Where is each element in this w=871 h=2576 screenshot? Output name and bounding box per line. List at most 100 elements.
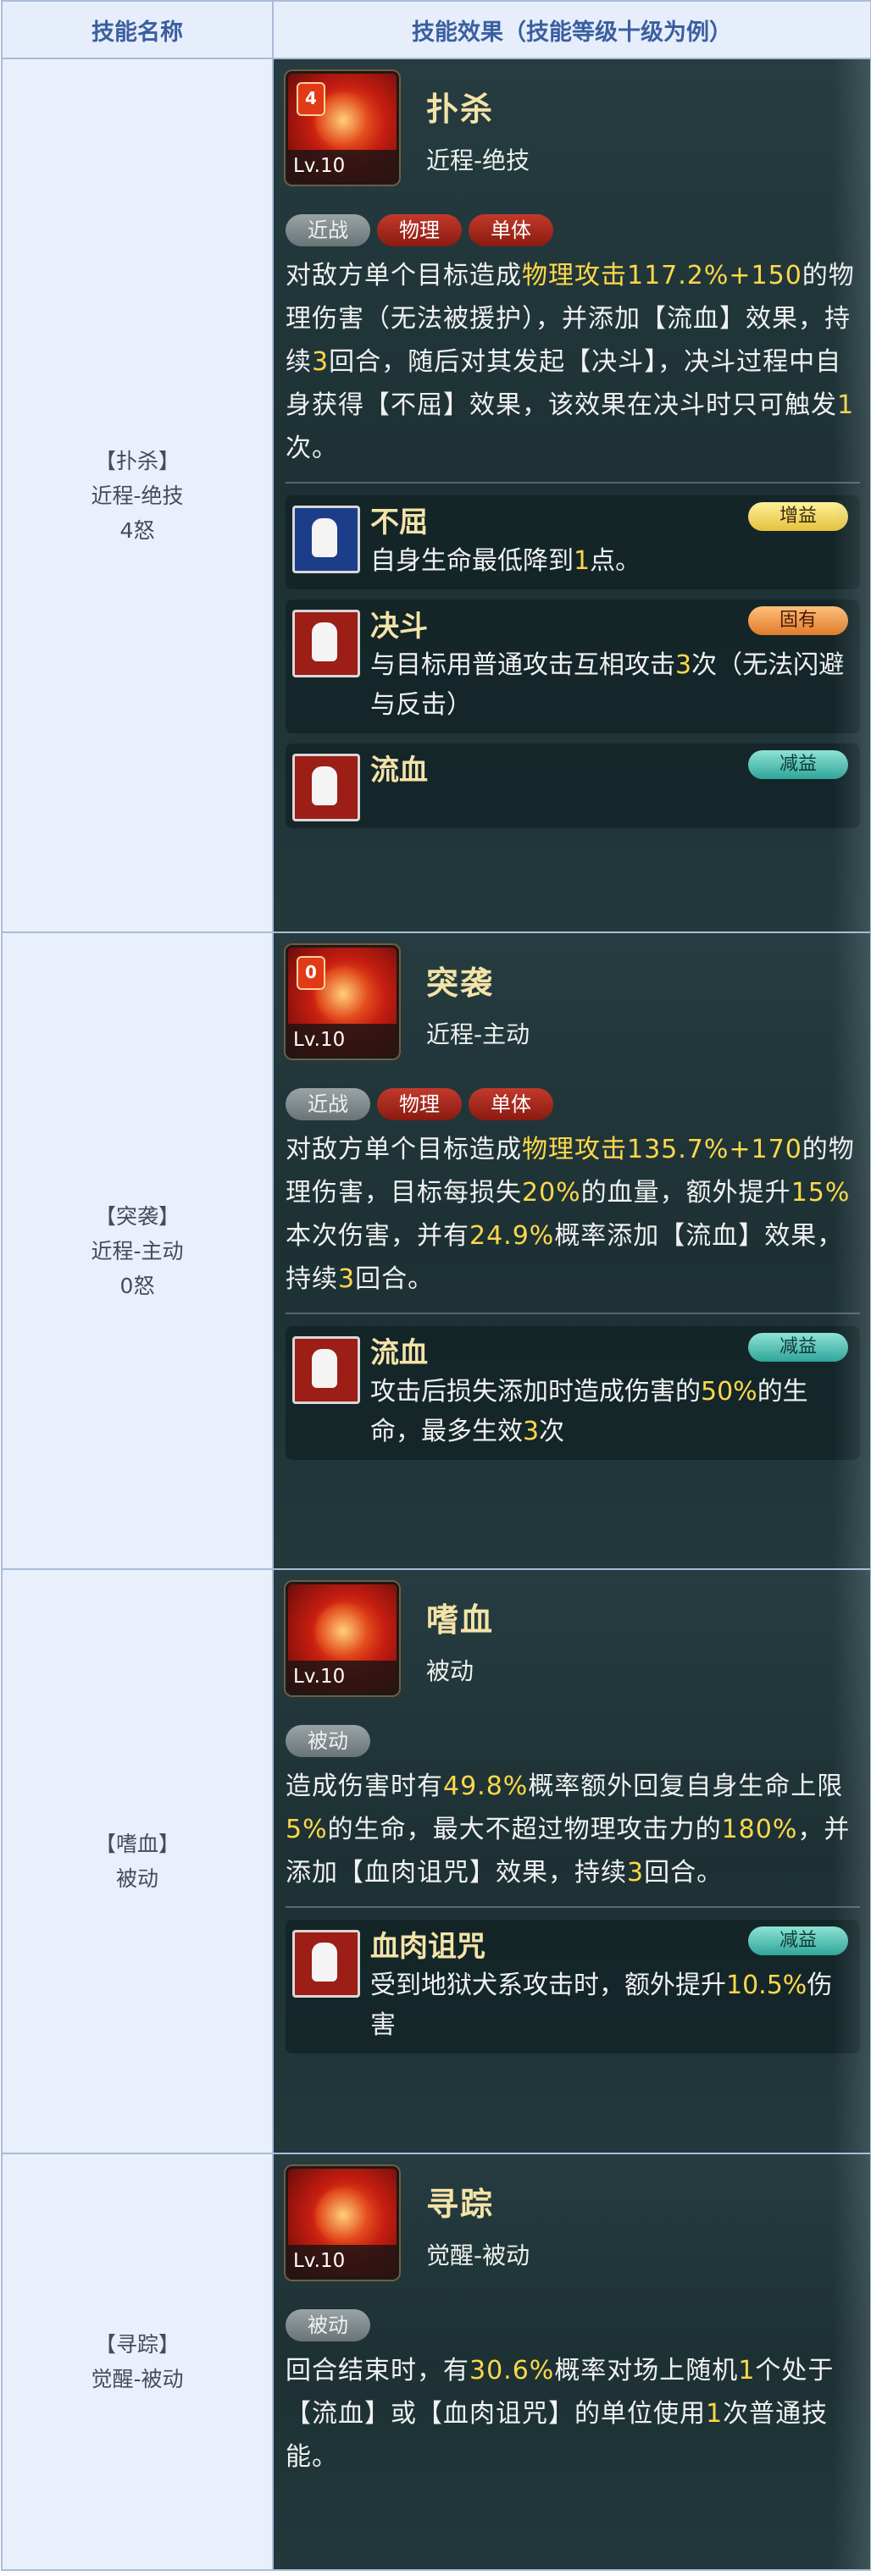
highlight-value: 3 [312,347,330,377]
highlight-value: 1 [574,546,591,576]
desc-text: 概率额外回复自身生命上限 [528,1772,844,1801]
skill-tag: 物理 [377,1088,462,1120]
skill-title: 嗜血 [426,1601,495,1639]
skill-tag: 被动 [286,2309,370,2341]
desc-text: 对敌方单个目标造成 [286,261,522,290]
highlight-value: 物理攻击117.2%+150 [522,261,802,290]
skill-tag: 单体 [469,1088,553,1120]
highlight-value: 50% [701,1377,757,1407]
desc-text: 回合。 [355,1264,435,1294]
skill-tag: 被动 [286,1725,370,1757]
highlight-value: 15% [791,1178,851,1208]
highlight-value: 3 [675,650,692,680]
skill-name-line: 【突袭】 [94,1203,180,1229]
header-skill-name: 技能名称 [1,0,274,59]
divider [286,482,860,484]
desc-text: 对敌方单个目标造成 [286,1135,522,1164]
highlight-value: 1 [837,390,855,420]
skill-tag: 单体 [469,214,553,246]
skill-title: 扑杀 [426,91,495,128]
highlight-value: 物理攻击135.7%+170 [522,1135,802,1164]
effect-badge: 增益 [748,502,848,531]
skill-icon: 0 Lv.10 [286,945,399,1059]
effect-name: 决斗 [370,610,428,644]
skill-name-cell: 【嗜血】 被动 [1,1568,274,2154]
skill-art [313,1601,373,1661]
desc-text: 本次伤害，并有 [286,1221,469,1251]
effect-name: 血肉诅咒 [370,1930,485,1964]
skill-type: 觉醒-被动 [426,2242,530,2269]
skill-type: 近程-绝技 [426,146,530,174]
skill-icon: Lv.10 [286,2166,399,2280]
skill-screenshot-cell: Lv.10 嗜血 被动 被动 造成伤害时有49.8%概率额外回复自身生命上限5%的生命，… [272,1568,871,2154]
desc-text: 的血量，额外提升 [580,1178,791,1208]
status-effect: 血肉诅咒 减益 受到地狱犬系攻击时，额外提升10.5%伤害 [286,1920,860,2054]
skill-name-line: 0怒 [119,1273,155,1298]
header-skill-effect: 技能效果（技能等级十级为例） [272,0,871,59]
icon-glyph [312,766,337,805]
desc-text: 造成伤害时有 [286,1772,443,1801]
skill-type: 近程-主动 [426,1020,530,1048]
effect-name: 流血 [370,1336,428,1370]
skill-panel: 0 Lv.10 突袭 近程-主动 近战 物理 单体 对敌方单个目标造成物理攻击135.7%+1… [275,934,869,1567]
skill-tags: 被动 [275,1722,869,1760]
desc-text: 自身生命最低降到 [370,546,574,576]
skill-name-line: 【寻踪】 [94,2332,180,2357]
curse-icon [292,1930,360,1998]
highlight-value: 49.8% [443,1772,529,1801]
status-effect: 流血 减益 [286,744,860,828]
skill-name-line: 觉醒-被动 [91,2367,184,2391]
skill-tag: 物理 [377,214,462,246]
skill-title: 寻踪 [426,2186,495,2223]
skill-tag: 近战 [286,214,370,246]
effect-name: 流血 [370,754,428,788]
blood-icon [292,754,360,821]
highlight-value: 24.9% [469,1221,555,1251]
divider [286,1313,860,1314]
effect-badge: 减益 [748,750,848,779]
desc-text: 回合，随后对其发起【决斗】，决斗过程中自身获得【不屈】效果，该效果在决斗时只可触… [286,347,842,420]
skill-name-line: 【扑杀】 [94,448,180,473]
skill-panel: 4 Lv.10 扑杀 近程-绝技 近战 物理 单体 对敌方单个目标造成物理攻击117.2%+1… [275,60,869,931]
duel-icon [292,610,360,677]
highlight-value: 30.6% [469,2356,555,2385]
desc-text: 概率对场上随机 [554,2356,739,2385]
skill-description: 对敌方单个目标造成物理攻击135.7%+170的物理伤害，目标每损失20%的血量… [275,1123,869,1301]
blood-icon [292,1336,360,1404]
skill-name-line: 近程-绝技 [91,483,184,508]
highlight-value: 3 [627,1858,645,1888]
desc-text: 与目标用普通攻击互相攻击 [370,650,675,680]
status-effect: 不屈 增益自身生命最低降到1点。 [286,495,860,589]
rage-cost-badge: 0 [297,956,325,990]
effect-badge: 固有 [748,606,848,635]
rage-cost-badge: 4 [297,82,325,116]
skill-art [313,2186,373,2245]
status-effect: 决斗 固有 与目标用普通攻击互相攻击3次（无法闪避与反击） [286,600,860,733]
highlight-value: 10.5% [726,1971,807,2000]
icon-glyph [312,1349,337,1388]
skill-tags: 被动 [275,2307,869,2344]
skill-tags: 近战 物理 单体 [275,212,869,249]
skill-tag: 近战 [286,1088,370,1120]
skill-row: 【扑杀】 近程-绝技 4怒 4 Lv.10 扑杀 近程-绝技 近战 物理 单体 对敌方单个目标造成物… [1,58,871,933]
skill-row: 【突袭】 近程-主动 0怒 0 Lv.10 突袭 近程-主动 近战 物理 单体 对敌方单个目标造成物… [1,931,871,1570]
skill-description: 对敌方单个目标造成物理攻击117.2%+150的物理伤害（无法被援护），并添加【… [275,249,869,470]
desc-text: 点。 [590,546,641,576]
skill-header: 0 Lv.10 突袭 近程-主动 [275,934,869,1086]
status-effect: 流血 减益 攻击后损失添加时造成伤害的50%的生命，最多生效3次 [286,1326,860,1460]
effect-badge: 减益 [748,1926,848,1955]
skill-name-line: 4怒 [119,517,155,543]
skill-name-line: 【嗜血】 [94,1832,180,1856]
skill-panel: Lv.10 寻踪 觉醒-被动 被动 回合结束时，有30.6%概率对场上随机1个处于【流血… [275,2155,869,2568]
effect-name: 不屈 [370,506,428,539]
skill-icon: 4 Lv.10 [286,71,399,185]
desc-text: 的生命，最大不超过物理攻击力的 [327,1815,722,1844]
skill-screenshot-cell: 4 Lv.10 扑杀 近程-绝技 近战 物理 单体 对敌方单个目标造成物理攻击117.2%+1… [272,58,871,933]
skill-tags: 近战 物理 单体 [275,1086,869,1123]
highlight-value: 20% [522,1178,581,1208]
highlight-value: 3 [523,1417,540,1446]
skill-screenshot-cell: Lv.10 寻踪 觉醒-被动 被动 回合结束时，有30.6%概率对场上随机1个处于【流血… [272,2153,871,2571]
effect-badge: 减益 [748,1333,848,1362]
highlight-value: 180% [721,1815,798,1844]
icon-glyph [312,1943,337,1982]
